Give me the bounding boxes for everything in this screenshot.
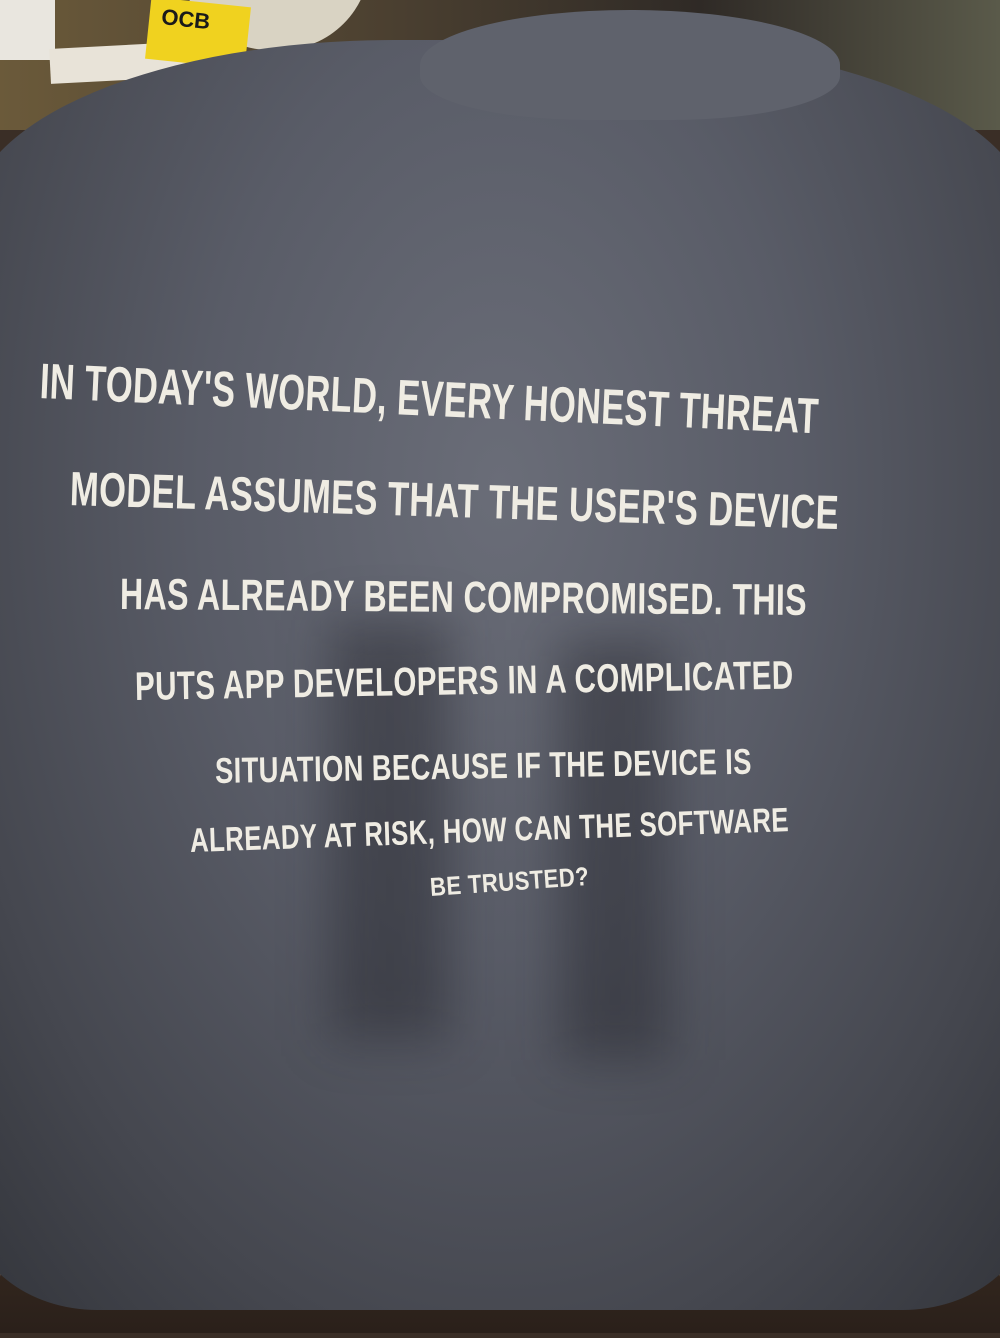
hood-collar <box>420 10 840 120</box>
pack-label: OCB <box>160 4 212 35</box>
shadow <box>560 640 670 1060</box>
print-line-3: HAS ALREADY BEEN COMPROMISED. THIS <box>119 570 808 625</box>
box <box>0 0 55 60</box>
